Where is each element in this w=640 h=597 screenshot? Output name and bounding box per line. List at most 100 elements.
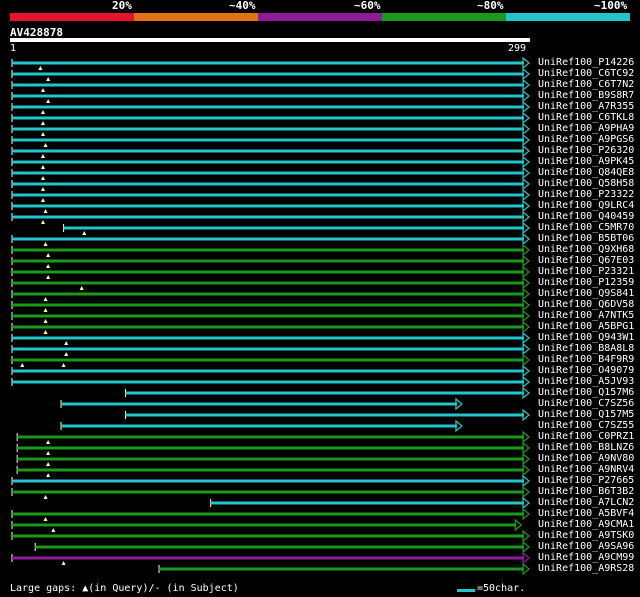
hit-label[interactable]: UniRef100_A9PHA9 bbox=[538, 123, 634, 134]
hit-label[interactable]: UniRef100_A5BVF4 bbox=[538, 508, 634, 519]
hit-row[interactable] bbox=[11, 276, 530, 290]
hit-label[interactable]: UniRef100_P27665 bbox=[538, 475, 634, 486]
hit-row[interactable] bbox=[16, 463, 530, 477]
hit-label[interactable]: UniRef100_O49079 bbox=[538, 365, 634, 376]
hit-label[interactable]: UniRef100_C0PRZ1 bbox=[538, 431, 634, 442]
hit-bar bbox=[12, 61, 524, 65]
hit-label[interactable]: UniRef100_B8LNZ6 bbox=[538, 442, 634, 453]
hit-label[interactable]: UniRef100_B9S8R7 bbox=[538, 90, 634, 101]
hit-row[interactable] bbox=[11, 287, 530, 301]
hit-row[interactable] bbox=[11, 331, 530, 345]
hit-bar bbox=[35, 545, 524, 549]
hit-label[interactable]: UniRef100_A9NRV4 bbox=[538, 464, 634, 475]
hit-row[interactable] bbox=[11, 243, 530, 257]
hit-row[interactable] bbox=[11, 320, 530, 334]
hit-label[interactable]: UniRef100_B8A8L8 bbox=[538, 343, 634, 354]
hit-label[interactable]: UniRef100_A9PGS6 bbox=[538, 134, 634, 145]
hit-label[interactable]: UniRef100_Q9XH68 bbox=[538, 244, 634, 255]
hit-label[interactable]: UniRef100_A9NV80 bbox=[538, 453, 634, 464]
hit-label[interactable]: UniRef100_Q9LRC4 bbox=[538, 200, 634, 211]
hit-label[interactable]: UniRef100_A5JV93 bbox=[538, 376, 634, 387]
query-gap-marker-icon bbox=[64, 341, 69, 345]
hit-label[interactable]: UniRef100_A9TSK0 bbox=[538, 530, 634, 541]
hit-row[interactable] bbox=[158, 562, 530, 576]
hit-row[interactable] bbox=[16, 441, 530, 455]
hit-row[interactable] bbox=[60, 419, 463, 433]
hit-row[interactable] bbox=[125, 408, 530, 422]
hit-label[interactable]: UniRef100_C5MR70 bbox=[538, 222, 634, 233]
hit-label[interactable]: UniRef100_P26320 bbox=[538, 145, 634, 156]
hit-row[interactable] bbox=[11, 375, 530, 389]
hit-label[interactable]: UniRef100_P14226 bbox=[538, 57, 634, 68]
hit-row[interactable] bbox=[11, 56, 530, 70]
hit-row[interactable] bbox=[11, 298, 530, 312]
hit-row[interactable] bbox=[11, 232, 530, 246]
hit-row[interactable] bbox=[11, 89, 530, 103]
hit-label[interactable]: UniRef100_A7R355 bbox=[538, 101, 634, 112]
hit-label[interactable]: UniRef100_A9RS28 bbox=[538, 563, 634, 574]
hit-label[interactable]: UniRef100_C6T7N2 bbox=[538, 79, 634, 90]
hit-row[interactable] bbox=[11, 364, 530, 378]
hit-label[interactable]: UniRef100_P23321 bbox=[538, 266, 634, 277]
hit-row[interactable] bbox=[11, 342, 530, 356]
hit-label[interactable]: UniRef100_A9CM99 bbox=[538, 552, 634, 563]
hit-label[interactable]: UniRef100_A7LCN2 bbox=[538, 497, 634, 508]
hit-label[interactable]: UniRef100_Q67E03 bbox=[538, 255, 634, 266]
hit-bar bbox=[17, 468, 524, 472]
hit-label[interactable]: UniRef100_Q40459 bbox=[538, 211, 634, 222]
hit-label[interactable]: UniRef100_B6T3B2 bbox=[538, 486, 634, 497]
hit-row[interactable] bbox=[11, 353, 530, 367]
hit-label[interactable]: UniRef100_C6TKL8 bbox=[538, 112, 634, 123]
hit-label[interactable]: UniRef100_A9PK45 bbox=[538, 156, 634, 167]
hit-label[interactable]: UniRef100_C7SZ56 bbox=[538, 398, 634, 409]
hit-row[interactable] bbox=[63, 221, 530, 235]
hit-row[interactable] bbox=[11, 518, 523, 532]
hit-row[interactable] bbox=[11, 177, 530, 191]
hit-label[interactable]: UniRef100_A9CMA1 bbox=[538, 519, 634, 530]
hit-row[interactable] bbox=[11, 309, 530, 323]
hit-label[interactable]: UniRef100_Q157M5 bbox=[538, 409, 634, 420]
hit-row[interactable] bbox=[11, 188, 530, 202]
hit-label[interactable]: UniRef100_Q9S841 bbox=[538, 288, 634, 299]
hit-label[interactable]: UniRef100_Q157M6 bbox=[538, 387, 634, 398]
hit-row[interactable] bbox=[11, 133, 530, 147]
hit-bar bbox=[17, 435, 524, 439]
hit-label[interactable]: UniRef100_A7NTK5 bbox=[538, 310, 634, 321]
hit-label[interactable]: UniRef100_B4F9R9 bbox=[538, 354, 634, 365]
hit-row[interactable] bbox=[16, 430, 530, 444]
hit-label[interactable]: UniRef100_Q943W1 bbox=[538, 332, 634, 343]
hit-row[interactable] bbox=[11, 155, 530, 169]
hit-label[interactable]: UniRef100_P12359 bbox=[538, 277, 634, 288]
hit-row[interactable] bbox=[11, 166, 530, 180]
hit-label[interactable]: UniRef100_Q58H58 bbox=[538, 178, 634, 189]
hit-label[interactable]: UniRef100_C7SZ55 bbox=[538, 420, 634, 431]
hit-label[interactable]: UniRef100_C6TC92 bbox=[538, 68, 634, 79]
hit-row[interactable] bbox=[11, 100, 530, 114]
hit-row[interactable] bbox=[11, 122, 530, 136]
hit-row[interactable] bbox=[11, 485, 530, 499]
hit-row[interactable] bbox=[11, 144, 530, 158]
hit-row[interactable] bbox=[11, 474, 530, 488]
hit-row[interactable] bbox=[11, 111, 530, 125]
hit-row[interactable] bbox=[16, 452, 530, 466]
hit-row[interactable] bbox=[11, 265, 530, 279]
hit-label[interactable]: UniRef100_Q84QE8 bbox=[538, 167, 634, 178]
hit-row[interactable] bbox=[11, 67, 530, 81]
hit-label[interactable]: UniRef100_A9SA96 bbox=[538, 541, 634, 552]
hit-row[interactable] bbox=[11, 199, 530, 213]
hit-row[interactable] bbox=[125, 386, 530, 400]
hit-label[interactable]: UniRef100_Q6DV58 bbox=[538, 299, 634, 310]
hit-label[interactable]: UniRef100_P23322 bbox=[538, 189, 634, 200]
hit-row[interactable] bbox=[34, 540, 530, 554]
hit-label[interactable]: UniRef100_B5BT06 bbox=[538, 233, 634, 244]
hit-row[interactable] bbox=[11, 507, 530, 521]
hit-row[interactable] bbox=[11, 254, 530, 268]
hit-row[interactable] bbox=[11, 551, 530, 565]
hit-row[interactable] bbox=[60, 397, 463, 411]
hit-row[interactable] bbox=[210, 496, 530, 510]
hit-label[interactable]: UniRef100_A5BPG1 bbox=[538, 321, 634, 332]
hit-row[interactable] bbox=[11, 78, 530, 92]
hit-row[interactable] bbox=[11, 210, 530, 224]
query-gap-marker-icon bbox=[43, 242, 48, 246]
hit-row[interactable] bbox=[11, 529, 530, 543]
